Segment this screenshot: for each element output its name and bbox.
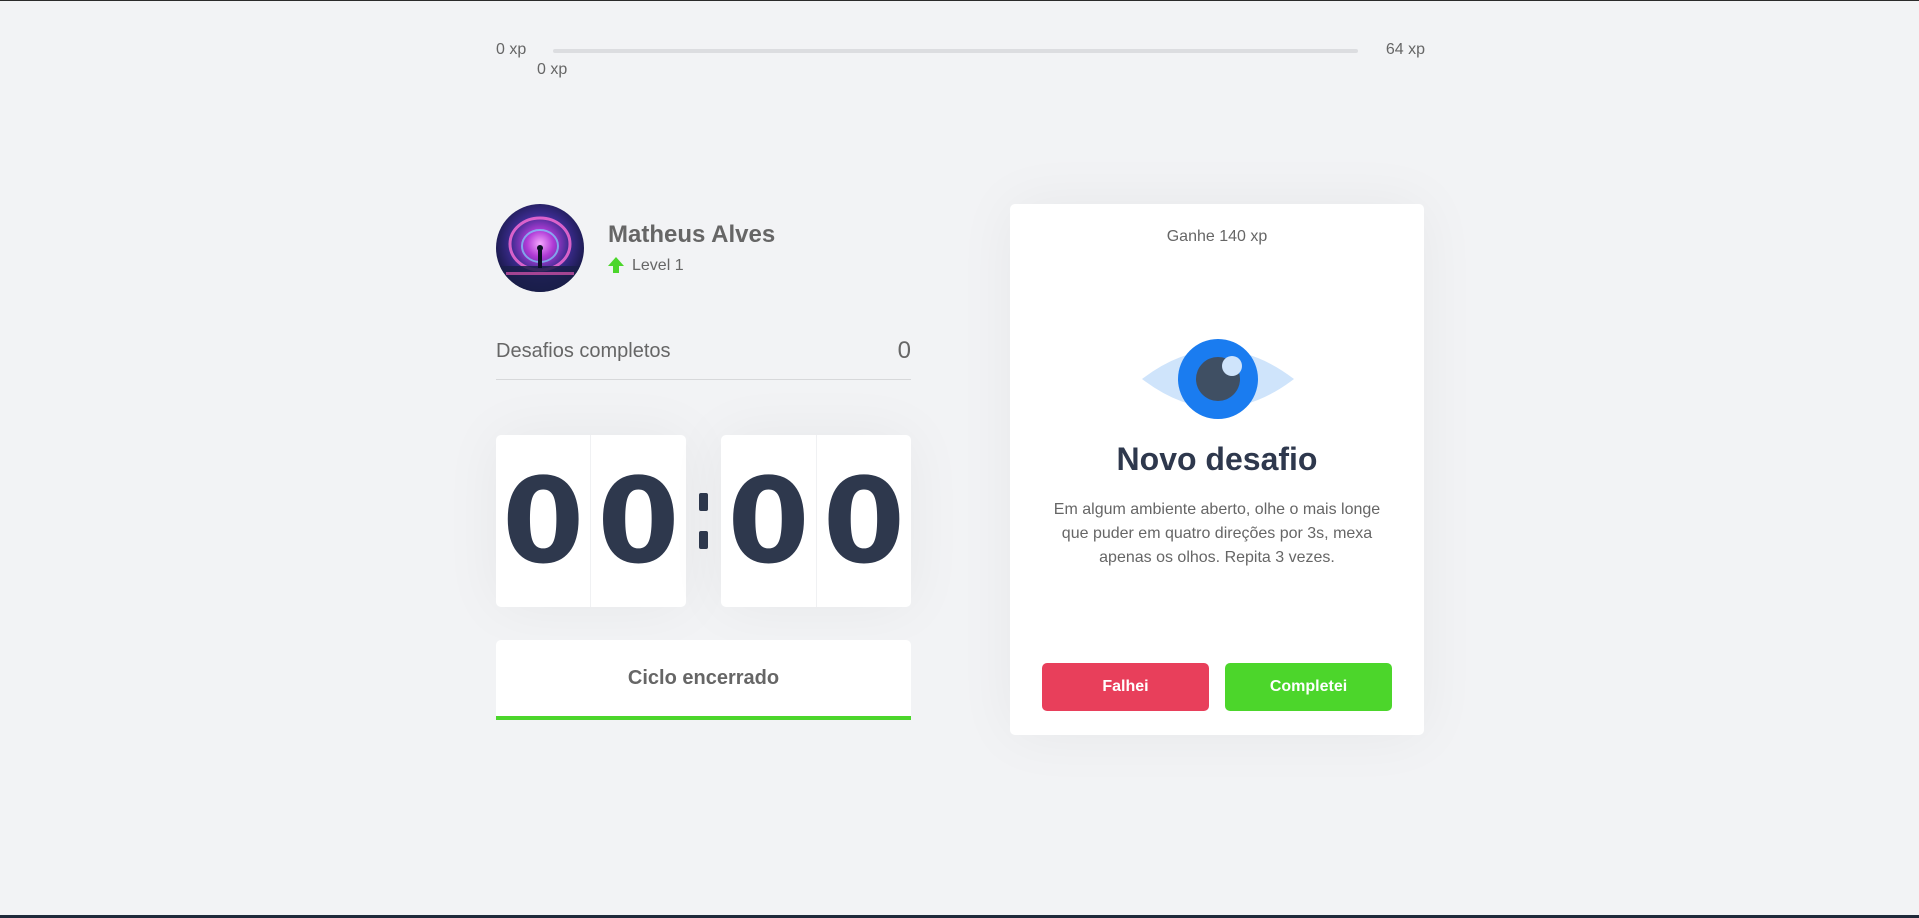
eye-icon: [1142, 339, 1294, 419]
completed-challenges-count: 0: [897, 337, 911, 364]
countdown-colon: [686, 493, 722, 549]
cycle-ended-button[interactable]: Ciclo encerrado: [496, 640, 911, 720]
challenge-actions: Falhei Completei: [1042, 663, 1392, 711]
failed-button[interactable]: Falhei: [1042, 663, 1209, 711]
level-label: Level 1: [632, 257, 684, 274]
xp-progress-track: [553, 49, 1358, 53]
experience-bar: 0 xp 0 xp 64 xp: [496, 41, 1425, 78]
challenge-card: Ganhe 140 xp Novo desafio Em algum ambie…: [1010, 204, 1424, 735]
countdown-minutes: 0 0: [496, 435, 686, 607]
challenge-reward: Ganhe 140 xp: [1166, 228, 1268, 245]
completed-button[interactable]: Completei: [1225, 663, 1392, 711]
profile-name: Matheus Alves: [608, 221, 776, 248]
challenge-title: Novo desafio: [1116, 441, 1318, 477]
minute-digit-right: 0: [597, 452, 680, 590]
left-column: Matheus Alves Level 1 Desafios completos…: [496, 204, 911, 720]
completed-challenges-label: Desafios completos: [496, 339, 671, 362]
countdown-seconds: 0 0: [721, 435, 911, 607]
second-digit-right: 0: [822, 452, 905, 590]
minute-digit-left: 0: [496, 435, 592, 607]
profile-info: Matheus Alves Level 1: [608, 221, 775, 275]
level-up-arrow-icon: [608, 257, 624, 273]
xp-current-label: 0 xp: [537, 61, 568, 78]
profile: Matheus Alves Level 1: [496, 204, 911, 292]
profile-level: Level 1: [608, 257, 775, 275]
xp-min-label: 0 xp: [496, 41, 527, 58]
avatar: [496, 204, 584, 292]
second-digit-left: 0: [721, 435, 817, 607]
completed-challenges: Desafios completos 0: [496, 337, 911, 380]
challenge-description: Em algum ambiente aberto, olhe o mais lo…: [1053, 501, 1381, 566]
xp-max-label: 64 xp: [1385, 41, 1425, 58]
countdown: 0 0 0 0: [496, 435, 911, 607]
